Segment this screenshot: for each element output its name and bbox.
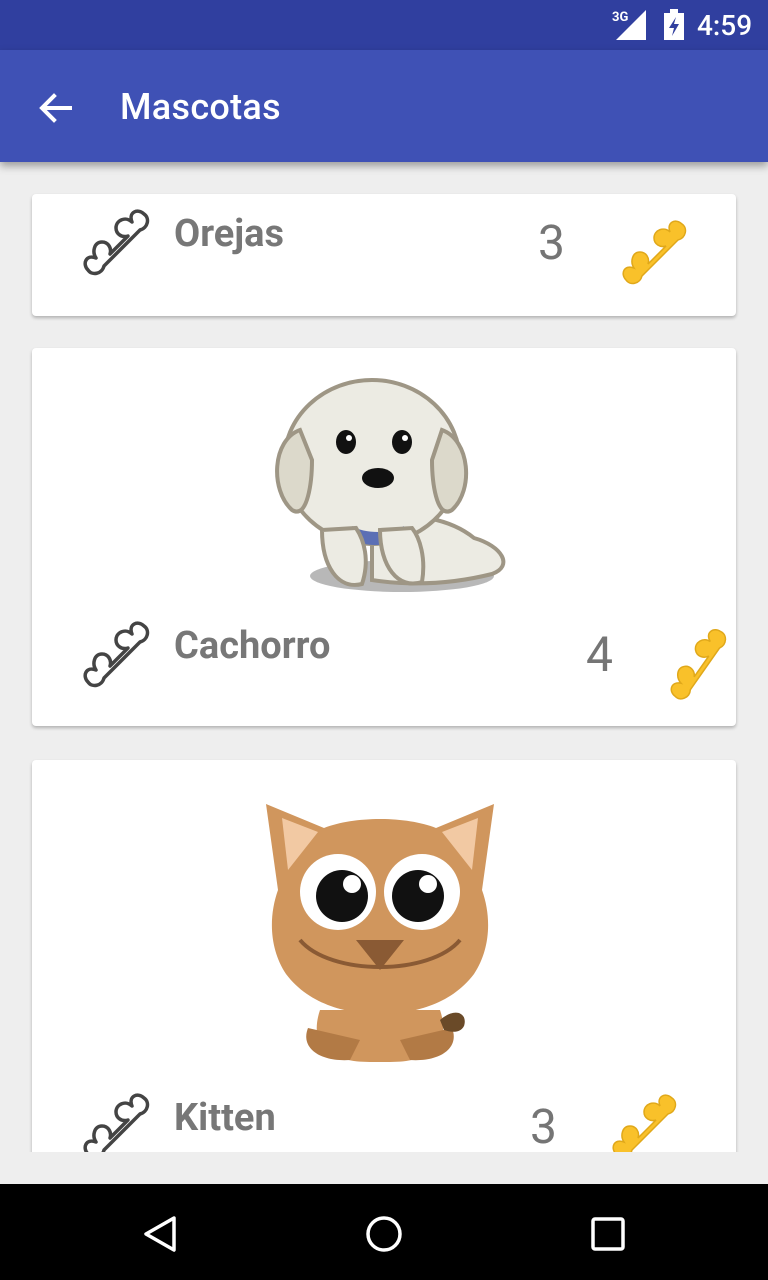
kitten-image [266,804,494,1062]
pet-name: Kitten [174,1096,276,1140]
page-title: Mascotas [120,86,281,128]
likes-count: 3 [530,1098,557,1152]
signal-icon [616,10,646,40]
nav-home-icon[interactable] [364,1214,404,1254]
likes-count: 4 [586,626,613,683]
battery-icon [664,9,684,40]
pet-card[interactable]: Cachorro 4 [32,348,736,726]
bone-gold-icon[interactable] [604,1086,684,1152]
navigation-bar [0,1184,768,1280]
pet-card[interactable]: Kitten 3 [32,760,736,1152]
pet-list[interactable]: Orejas 3 Cachorro 4 Kitten 3 [0,162,768,1152]
puppy-image [275,378,506,592]
bone-gold-icon[interactable] [658,624,736,704]
pet-card[interactable]: Orejas 3 [32,194,736,316]
pet-name: Cachorro [174,624,331,668]
bone-gold-icon[interactable] [614,212,694,292]
nav-recents-icon[interactable] [588,1214,628,1254]
arrow-back-icon[interactable] [34,86,78,130]
bone-outline-icon[interactable] [76,1086,156,1152]
pet-name: Orejas [174,212,285,256]
bone-outline-icon[interactable] [76,614,156,694]
nav-back-icon[interactable] [140,1214,180,1254]
likes-count: 3 [538,214,565,271]
bone-outline-icon[interactable] [76,202,156,282]
app-bar: Mascotas [0,50,768,162]
status-bar: 3G 4:59 [0,0,768,50]
clock: 4:59 [697,9,753,42]
